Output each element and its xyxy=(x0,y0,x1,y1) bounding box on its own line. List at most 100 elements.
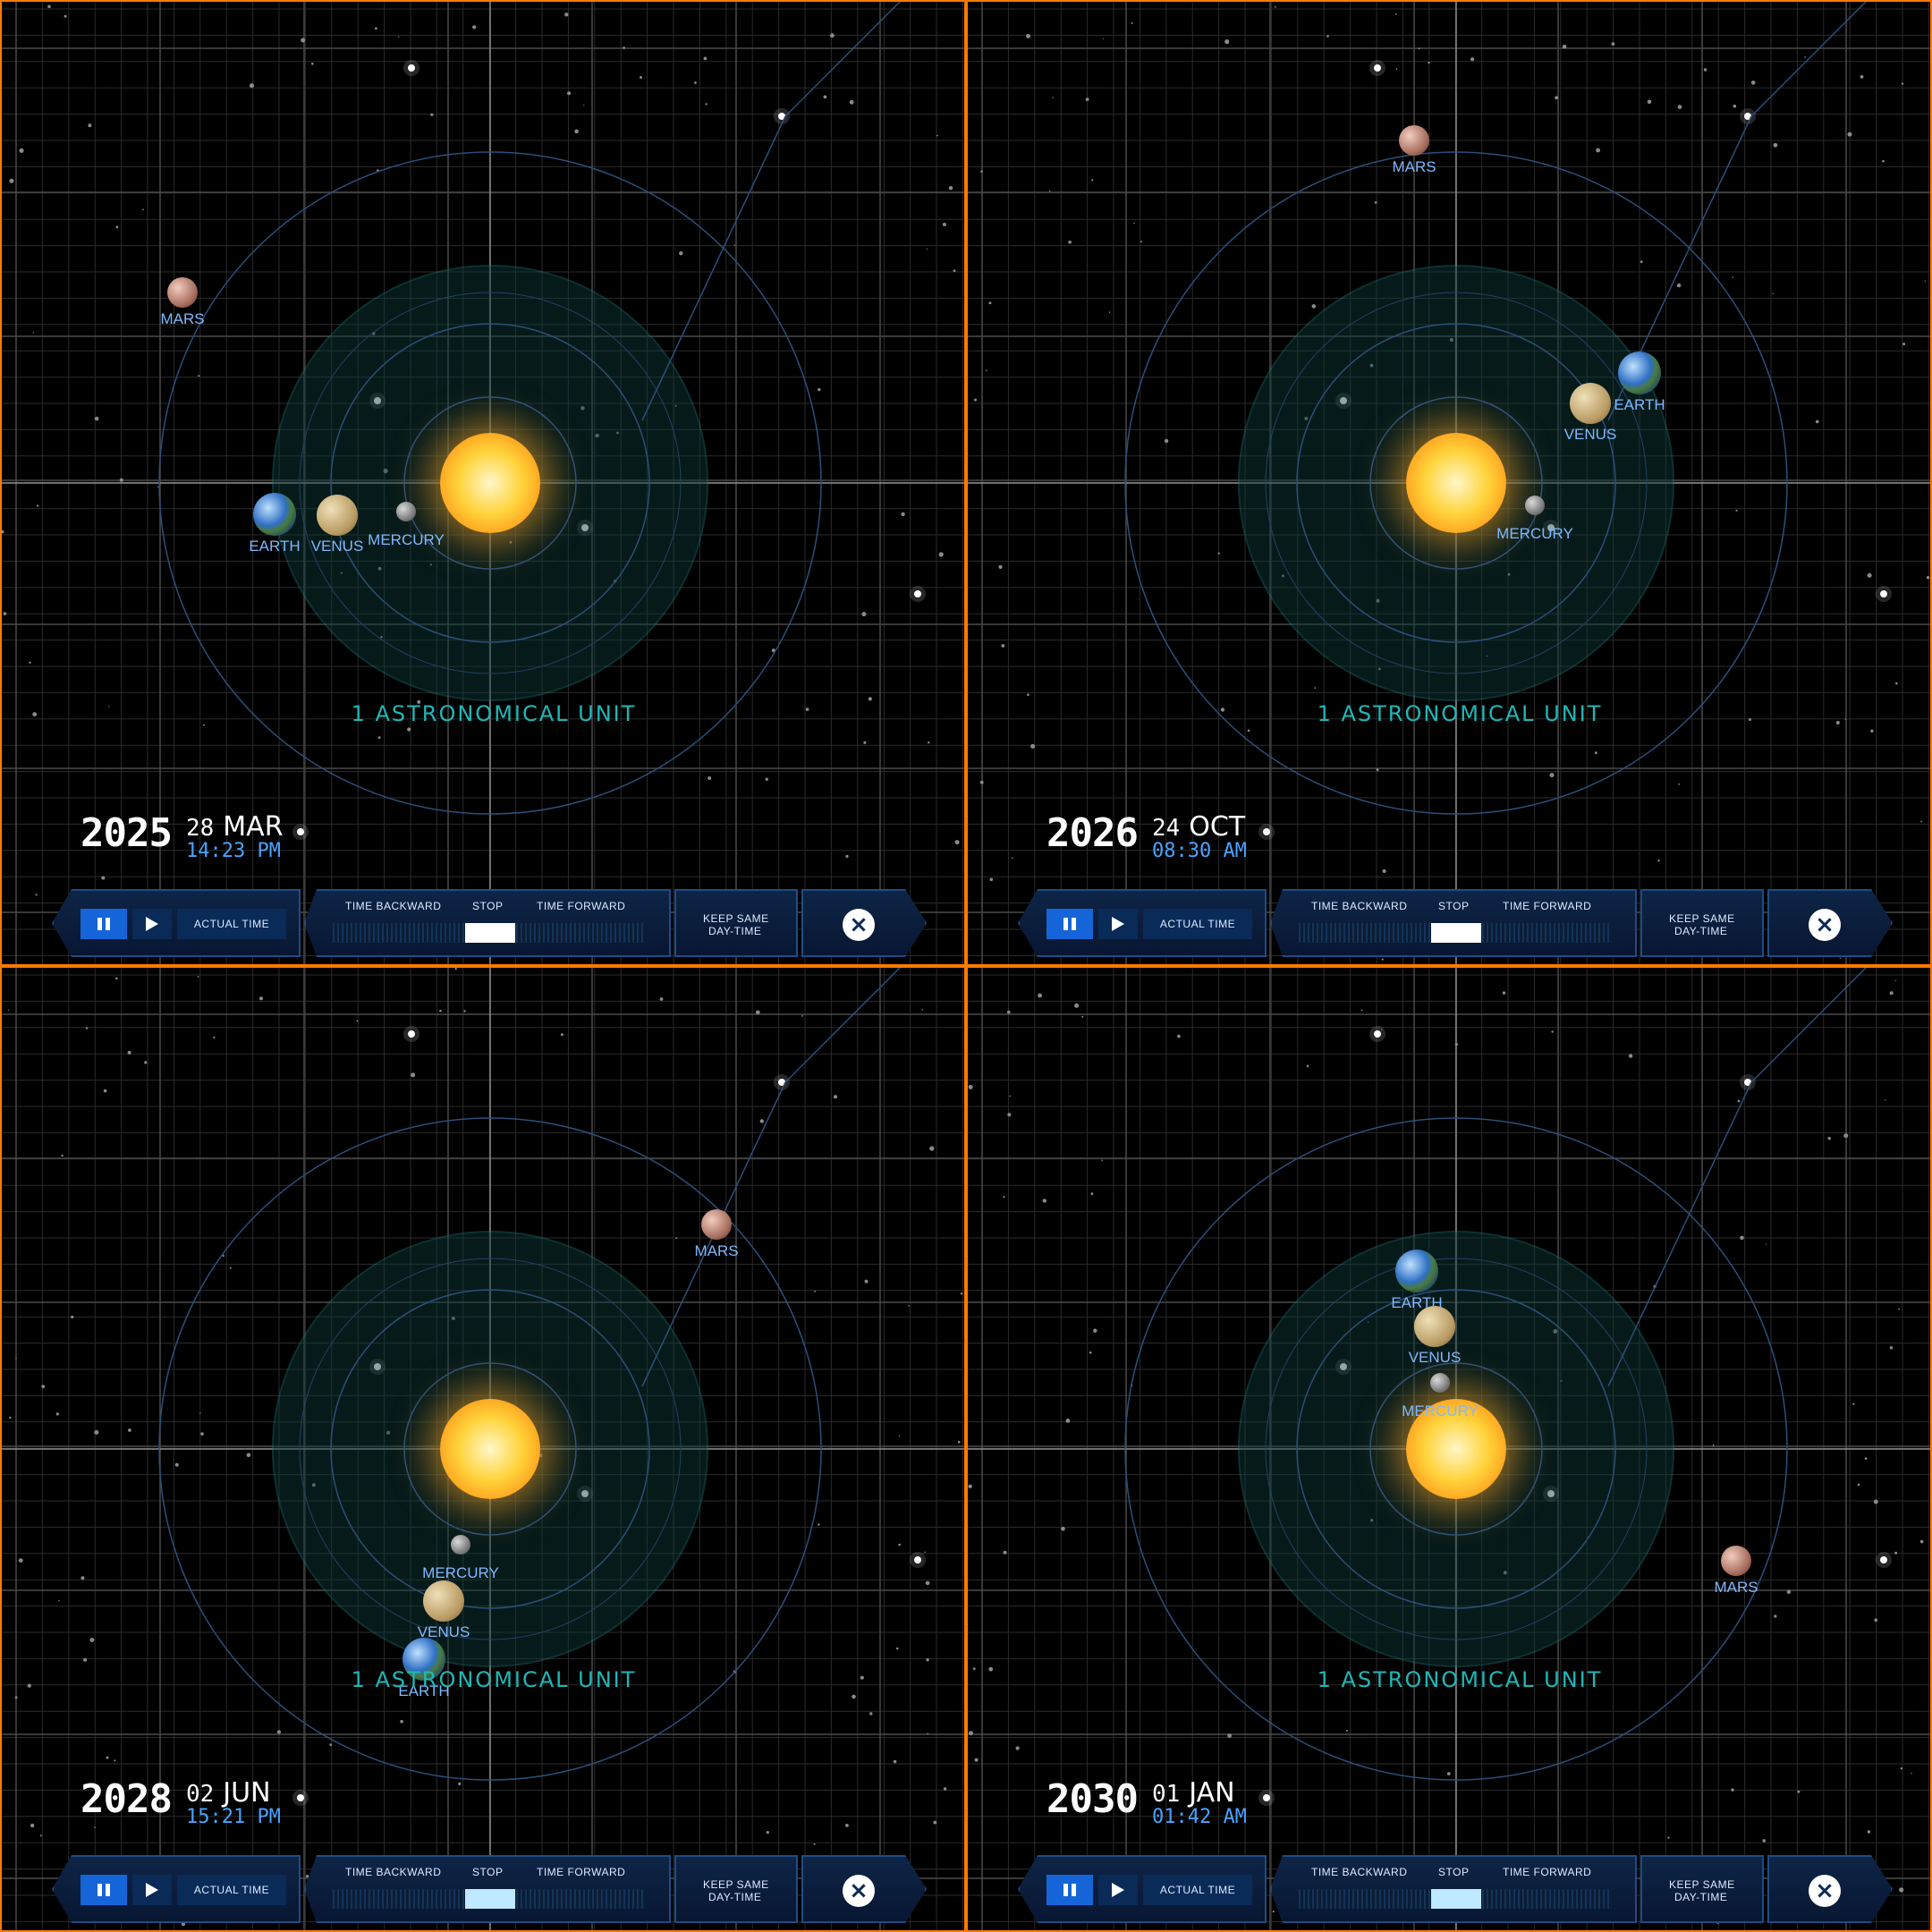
mercury-label: MERCURY xyxy=(1496,525,1573,542)
actual-time-label: ACTUAL TIME xyxy=(193,918,270,930)
pause-icon xyxy=(97,918,110,930)
playback-group: ACTUAL TIME xyxy=(52,889,301,957)
actual-time-button[interactable]: ACTUAL TIME xyxy=(177,909,286,939)
day-time-label: DAY-TIME xyxy=(1674,1891,1728,1903)
time-control-toolbar: ACTUAL TIME TIME BACKWARD STOP TIME FORW… xyxy=(52,889,928,961)
astronomical-unit-label: 1 ASTRONOMICAL UNIT xyxy=(1317,1667,1603,1692)
play-button[interactable] xyxy=(1098,909,1138,939)
close-icon: × xyxy=(849,911,869,938)
year: 2030 xyxy=(1046,1776,1139,1822)
close-button[interactable]: × xyxy=(843,909,875,941)
clock-time: 08:30 AM xyxy=(1151,840,1247,862)
pause-icon xyxy=(97,1884,110,1896)
mercury-planet[interactable] xyxy=(451,1535,470,1555)
keep-same-daytime-button[interactable]: KEEP SAME DAY-TIME xyxy=(674,889,798,957)
stop-label[interactable]: STOP xyxy=(1438,900,1469,912)
time-forward-label[interactable]: TIME FORWARD xyxy=(1503,1866,1591,1878)
time-backward-label[interactable]: TIME BACKWARD xyxy=(345,1866,441,1878)
actual-time-label: ACTUAL TIME xyxy=(193,1884,270,1896)
time-slider-group: TIME BACKWARD STOP TIME FORWARD xyxy=(1270,889,1637,957)
close-group: × xyxy=(1767,1855,1893,1923)
pause-icon xyxy=(1063,1884,1076,1896)
astronomical-unit-label: 1 ASTRONOMICAL UNIT xyxy=(351,701,637,726)
close-button[interactable]: × xyxy=(1809,1875,1841,1907)
stop-label[interactable]: STOP xyxy=(1438,1866,1469,1878)
time-slider-group: TIME BACKWARD STOP TIME FORWARD xyxy=(304,889,671,957)
year: 2026 xyxy=(1046,810,1139,856)
clock-time: 14:23 PM xyxy=(185,840,281,862)
keep-same-daytime-button[interactable]: KEEP SAME DAY-TIME xyxy=(1640,889,1764,957)
day: 28 xyxy=(185,815,215,842)
earth-planet[interactable] xyxy=(1618,352,1661,394)
slider-thumb[interactable] xyxy=(1431,1889,1481,1909)
mars-label: MARS xyxy=(1714,1579,1758,1596)
day: 01 xyxy=(1151,1781,1181,1808)
keep-same-daytime-button[interactable]: KEEP SAME DAY-TIME xyxy=(674,1855,798,1923)
day-time-label: DAY-TIME xyxy=(708,925,762,937)
mars-planet[interactable] xyxy=(701,1209,732,1240)
slider-thumb[interactable] xyxy=(465,1889,515,1909)
earth-planet[interactable] xyxy=(253,493,296,536)
play-button[interactable] xyxy=(1098,1875,1138,1905)
time-forward-label[interactable]: TIME FORWARD xyxy=(537,900,625,912)
pause-button[interactable] xyxy=(1046,1875,1093,1905)
mercury-planet[interactable] xyxy=(396,502,416,521)
pause-button[interactable] xyxy=(80,909,127,939)
mercury-planet[interactable] xyxy=(1430,1373,1450,1393)
close-group: × xyxy=(801,889,927,957)
actual-time-label: ACTUAL TIME xyxy=(1159,918,1236,930)
clock-time: 01:42 AM xyxy=(1151,1806,1247,1828)
time-backward-label[interactable]: TIME BACKWARD xyxy=(1311,900,1407,912)
venus-planet[interactable] xyxy=(317,495,358,536)
mars-planet[interactable] xyxy=(167,277,198,308)
stop-label[interactable]: STOP xyxy=(472,900,503,912)
solar-system-panel: MERCURY VENUS EARTH MARS 1 ASTRONOMICAL UNIT… xyxy=(2,2,964,964)
mars-planet[interactable] xyxy=(1721,1546,1751,1576)
close-button[interactable]: × xyxy=(1809,909,1841,941)
keep-same-label: KEEP SAME xyxy=(703,912,769,925)
stop-label[interactable]: STOP xyxy=(472,1866,503,1878)
play-icon xyxy=(146,1883,158,1897)
pause-button[interactable] xyxy=(1046,909,1093,939)
time-forward-label[interactable]: TIME FORWARD xyxy=(537,1866,625,1878)
day-month-time: 02 JUN 15:21 PM xyxy=(186,1780,281,1828)
year: 2028 xyxy=(80,1776,173,1822)
solar-system-panel: MERCURY VENUS EARTH MARS 1 ASTRONOMICAL UNIT… xyxy=(968,2,1930,964)
year: 2025 xyxy=(80,810,173,856)
time-backward-label[interactable]: TIME BACKWARD xyxy=(345,900,441,912)
mercury-planet[interactable] xyxy=(1525,496,1545,515)
close-group: × xyxy=(801,1855,927,1923)
earth-planet[interactable] xyxy=(1395,1250,1438,1292)
actual-time-button[interactable]: ACTUAL TIME xyxy=(1143,1875,1252,1905)
actual-time-button[interactable]: ACTUAL TIME xyxy=(177,1875,286,1905)
venus-planet[interactable] xyxy=(1570,383,1611,424)
mars-planet[interactable] xyxy=(1399,125,1429,156)
time-control-toolbar: ACTUAL TIME TIME BACKWARD STOP TIME FORW… xyxy=(1018,1855,1894,1927)
actual-time-button[interactable]: ACTUAL TIME xyxy=(1143,909,1252,939)
day: 24 xyxy=(1151,815,1181,842)
play-button[interactable] xyxy=(132,1875,172,1905)
day-month-time: 24 OCT 08:30 AM xyxy=(1151,814,1247,862)
mercury-label: MERCURY xyxy=(422,1564,499,1581)
venus-label: VENUS xyxy=(1408,1349,1462,1366)
mercury-label: MERCURY xyxy=(368,531,445,548)
slider-thumb[interactable] xyxy=(465,923,515,943)
keep-same-label: KEEP SAME xyxy=(1669,1878,1735,1891)
actual-time-label: ACTUAL TIME xyxy=(1159,1884,1236,1896)
time-forward-label[interactable]: TIME FORWARD xyxy=(1503,900,1591,912)
date-time-display: 2030 01 JAN 01:42 AM xyxy=(1046,1776,1247,1828)
keep-same-daytime-button[interactable]: KEEP SAME DAY-TIME xyxy=(1640,1855,1764,1923)
time-backward-label[interactable]: TIME BACKWARD xyxy=(1311,1866,1407,1878)
sun xyxy=(440,433,540,533)
close-group: × xyxy=(1767,889,1893,957)
venus-planet[interactable] xyxy=(423,1580,464,1622)
close-button[interactable]: × xyxy=(843,1875,875,1907)
slider-thumb[interactable] xyxy=(1431,923,1481,943)
mercury-label: MERCURY xyxy=(1402,1402,1479,1419)
mars-label: MARS xyxy=(1392,158,1436,175)
play-button[interactable] xyxy=(132,909,172,939)
sun xyxy=(1406,433,1506,533)
keep-same-label: KEEP SAME xyxy=(703,1878,769,1891)
pause-button[interactable] xyxy=(80,1875,127,1905)
play-icon xyxy=(146,917,158,931)
